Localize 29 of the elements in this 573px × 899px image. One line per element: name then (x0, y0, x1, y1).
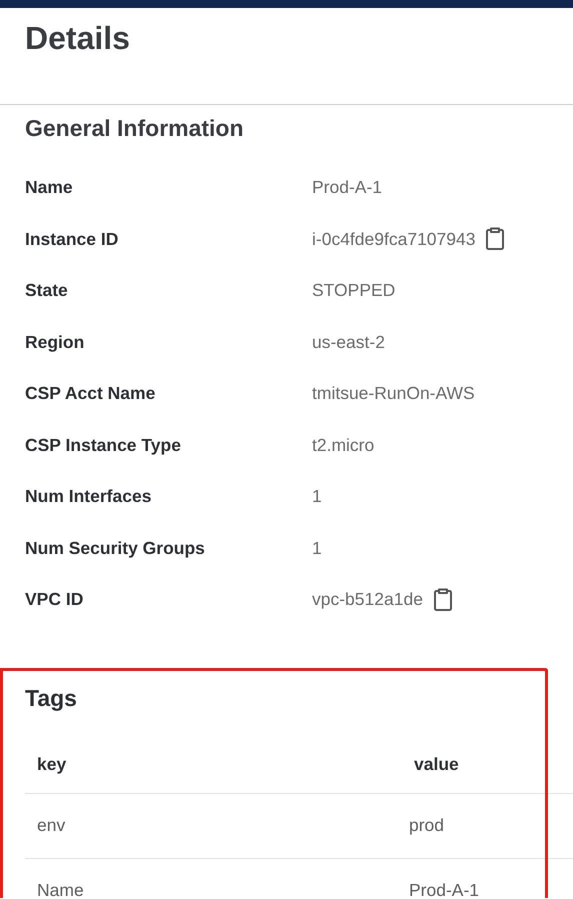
field-label: Instance ID (25, 228, 120, 250)
field-label: Num Security Groups (25, 538, 206, 559)
field-label: Num Interfaces (25, 486, 152, 508)
field-value: 1 (312, 486, 322, 508)
table-cell: prod (397, 793, 573, 858)
field-value: Prod-A-1 (312, 177, 382, 198)
table-cell: env (25, 793, 397, 858)
field-label: CSP Instance Type (25, 434, 182, 456)
field-label: CSP Acct Name (25, 383, 156, 404)
clipboard-icon[interactable] (432, 588, 453, 612)
field-value: tmitsue-RunOn-AWS (312, 383, 475, 404)
table-cell: Name (25, 858, 397, 898)
table-cell: Prod-A-1 (397, 858, 573, 898)
field-label: Name (25, 177, 74, 198)
field-label: Region (25, 332, 86, 353)
field-value: us-east-2 (312, 332, 385, 353)
column-header: key (25, 736, 397, 793)
section-title: General Information (25, 114, 245, 143)
section-title: Tags (25, 684, 78, 713)
column-header: value (397, 736, 573, 793)
clipboard-icon[interactable] (485, 227, 506, 252)
field-label: VPC ID (25, 589, 84, 610)
page-title: Details (25, 19, 131, 58)
field-value: t2.micro (312, 434, 374, 456)
field-label: State (25, 280, 69, 302)
field-value: i-0c4fde9fca7107943 (312, 228, 476, 250)
field-value: vpc-b512a1de (312, 589, 423, 610)
field-value: STOPPED (312, 280, 396, 302)
field-value: 1 (312, 538, 322, 559)
